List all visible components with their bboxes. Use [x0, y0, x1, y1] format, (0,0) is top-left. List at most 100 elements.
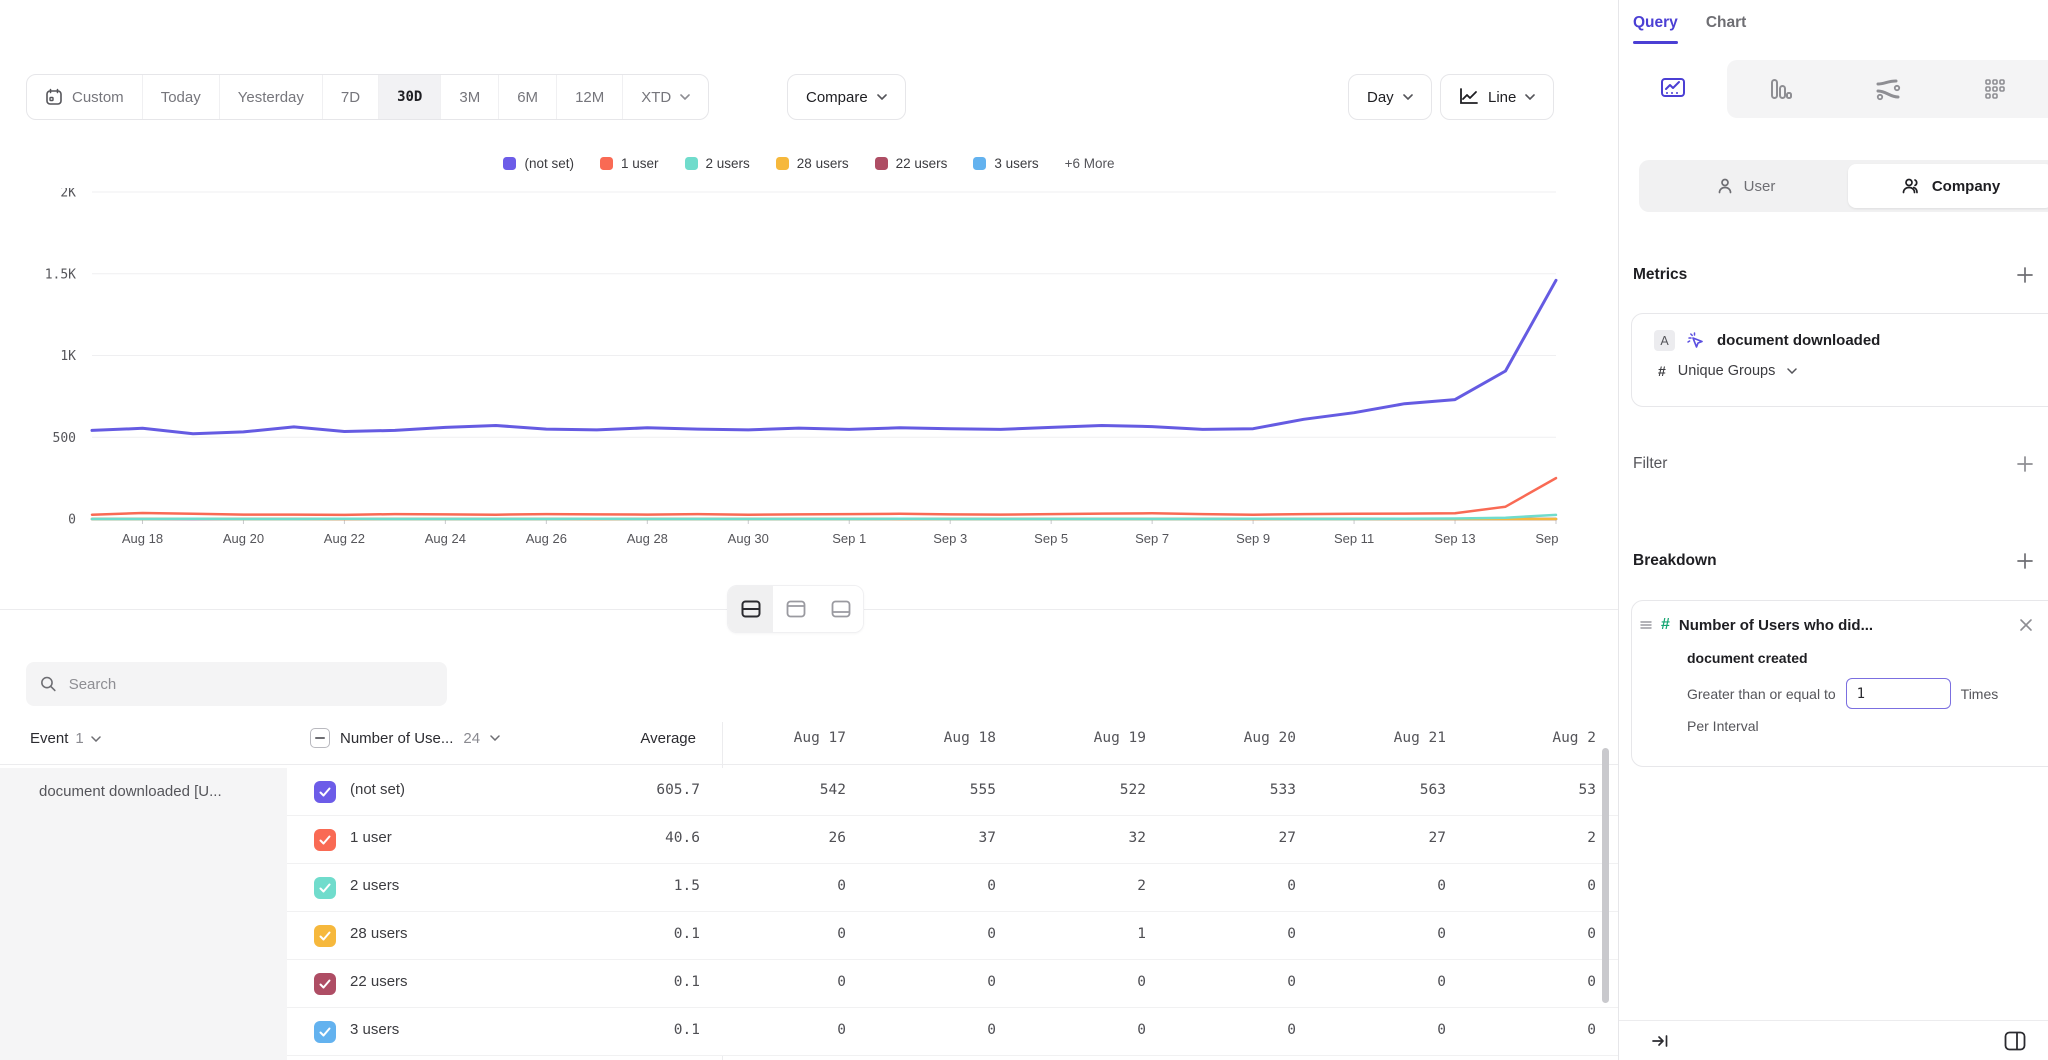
add-breakdown-button[interactable] — [2016, 552, 2034, 570]
legend-item[interactable]: 2 users — [685, 156, 750, 171]
cell-value: 0 — [1322, 926, 1472, 942]
legend-swatch — [875, 157, 888, 170]
chevron-down-icon — [91, 736, 101, 742]
svg-text:1K: 1K — [60, 349, 76, 364]
chevron-down-icon — [680, 94, 690, 100]
compare-button[interactable]: Compare — [787, 74, 906, 120]
breakdown-event-name: document created — [1632, 634, 2048, 666]
granularity-button[interactable]: Day — [1348, 74, 1432, 120]
condition-label: Greater than or equal to — [1687, 686, 1836, 702]
range-6m[interactable]: 6M — [499, 75, 557, 119]
date-column-header: Aug 18 — [872, 730, 1022, 746]
legend-swatch — [776, 157, 789, 170]
table-header: Event 1 Number of Use... 24 Average Aug … — [0, 722, 1618, 764]
line-chart-icon — [1459, 88, 1479, 106]
collapse-panel-button[interactable] — [1651, 1033, 1669, 1049]
series-checkbox[interactable] — [314, 973, 336, 995]
metric-card[interactable]: A document downloaded # Unique Groups — [1631, 313, 2048, 407]
chart-type-line-tab[interactable] — [1619, 60, 1727, 118]
legend-item[interactable]: (not set) — [503, 156, 574, 171]
legend-label: 22 users — [896, 156, 948, 171]
average-column-header: Average — [560, 730, 696, 747]
flow-chart-icon — [1874, 77, 1902, 101]
cell-value: 2 — [1022, 878, 1172, 894]
cell-value: 563 — [1322, 782, 1472, 798]
add-filter-button[interactable] — [2016, 455, 2034, 473]
toggle-sidebar-button[interactable] — [2004, 1031, 2026, 1051]
chart-type-flow-tab[interactable] — [1834, 60, 1942, 118]
average-value: 605.7 — [550, 782, 700, 798]
close-icon[interactable] — [2019, 618, 2033, 632]
layout-table-only-button[interactable] — [818, 586, 863, 632]
cell-value: 0 — [872, 878, 1022, 894]
scope-user-segment[interactable]: User — [1643, 164, 1848, 208]
range-30d[interactable]: 30D — [379, 75, 441, 119]
range-label: 12M — [575, 89, 604, 106]
legend-item[interactable]: 22 users — [875, 156, 948, 171]
layout-chart-only-button[interactable] — [773, 586, 818, 632]
range-yesterday[interactable]: Yesterday — [220, 75, 323, 119]
calendar-icon — [45, 88, 63, 106]
metric-aggregation-row[interactable]: # Unique Groups — [1632, 351, 2048, 379]
cell-value: 27 — [1322, 830, 1472, 846]
range-xtd[interactable]: XTD — [623, 75, 708, 119]
table-row: 28 users0.1001000 — [287, 912, 1618, 960]
tab-chart[interactable]: Chart — [1706, 14, 1746, 44]
condition-value-input[interactable] — [1846, 678, 1951, 709]
cell-value: 0 — [1172, 926, 1322, 942]
breakdown-card[interactable]: # Number of Users who did... document cr… — [1631, 600, 2048, 767]
svg-text:Sep 1: Sep 1 — [832, 531, 866, 546]
cell-value: 522 — [1022, 782, 1172, 798]
series-checkbox[interactable] — [314, 829, 336, 851]
chevron-down-icon — [1403, 94, 1413, 100]
average-value: 40.6 — [550, 830, 700, 846]
cell-value: 2 — [1472, 830, 1622, 846]
series-label: 1 user — [350, 829, 392, 846]
series-checkbox[interactable] — [314, 1021, 336, 1043]
range-7d[interactable]: 7D — [323, 75, 379, 119]
svg-text:2K: 2K — [60, 188, 76, 201]
event-header-label: Event — [30, 730, 68, 747]
cell-value: 0 — [1472, 926, 1622, 942]
range-today[interactable]: Today — [143, 75, 220, 119]
aggregation-label: Unique Groups — [1678, 363, 1776, 379]
range-custom[interactable]: Custom — [27, 75, 143, 119]
series-checkbox[interactable] — [314, 877, 336, 899]
arrow-to-bar-icon — [1651, 1033, 1669, 1049]
cell-value: 0 — [722, 926, 872, 942]
tab-query[interactable]: Query — [1633, 14, 1678, 44]
cell-value: 32 — [1022, 830, 1172, 846]
chevron-down-icon[interactable] — [490, 735, 500, 741]
scope-company-segment[interactable]: Company — [1848, 164, 2048, 208]
event-name[interactable]: document downloaded [U... — [0, 768, 287, 800]
table-row: 2 users1.5002000 — [287, 864, 1618, 912]
granularity-label: Day — [1367, 89, 1394, 106]
add-metric-button[interactable] — [2016, 266, 2034, 284]
layout-split-view-button[interactable] — [728, 586, 773, 632]
filter-section-header: Filter — [1633, 455, 2034, 473]
legend-item[interactable]: 3 users — [973, 156, 1038, 171]
line-chart[interactable]: 05001K1.5K2KAug 18Aug 20Aug 22Aug 24Aug … — [30, 188, 1560, 556]
bar-chart-icon — [1767, 77, 1793, 101]
series-checkbox[interactable] — [314, 925, 336, 947]
event-column-header[interactable]: Event 1 — [30, 730, 101, 747]
series-checkbox[interactable] — [314, 781, 336, 803]
per-interval-label: Per Interval — [1632, 709, 2048, 734]
legend-item[interactable]: 1 user — [600, 156, 659, 171]
chart-type-grid-tab[interactable] — [1942, 60, 2048, 118]
drag-handle-icon[interactable] — [1640, 620, 1652, 630]
table-vertical-scrollbar[interactable] — [1602, 748, 1609, 1003]
table-row: 22 users0.1000000 — [287, 960, 1618, 1008]
range-3m[interactable]: 3M — [441, 75, 499, 119]
series-column-header: Number of Use... 24 — [310, 728, 500, 748]
svg-text:Sep 7: Sep 7 — [1135, 531, 1169, 546]
legend-more-button[interactable]: +6 More — [1065, 156, 1115, 171]
search-input[interactable] — [69, 676, 433, 693]
cell-value: 0 — [872, 926, 1022, 942]
range-12m[interactable]: 12M — [557, 75, 623, 119]
legend-label: 1 user — [621, 156, 659, 171]
legend-item[interactable]: 28 users — [776, 156, 849, 171]
chart-type-button[interactable]: Line — [1440, 74, 1554, 120]
chart-type-bar-tab[interactable] — [1727, 60, 1835, 118]
select-all-checkbox[interactable] — [310, 728, 330, 748]
